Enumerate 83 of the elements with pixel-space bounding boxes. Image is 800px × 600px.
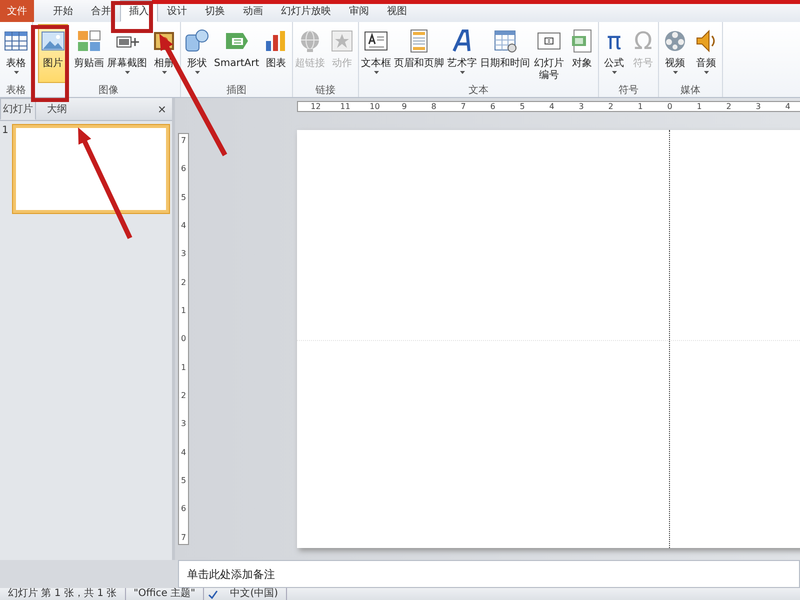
ruler-number: 2 [180,391,186,400]
slide-number: 1 [2,125,10,136]
ruler-number: 5 [180,476,186,486]
ribbon-button[interactable]: 视频 [660,24,690,83]
ruler-number: 4 [548,102,556,111]
ruler-number: 1 [636,102,644,111]
ruler-number: 1 [180,362,186,372]
pane-tab[interactable]: 幻灯片 [0,98,36,120]
ruler-number: 2 [180,278,186,287]
ribbon-button[interactable]: 艺术字 [446,24,478,83]
close-button[interactable]: × [152,98,172,120]
ruler-number: 5 [518,102,526,111]
spell-check-icon [208,590,218,598]
ruler-number: 7 [180,136,186,145]
ruler-number: 11 [339,102,352,111]
caret-icon [14,71,18,74]
ruler-number: 12 [310,102,322,111]
ribbon-tab[interactable]: 切换 [196,0,234,22]
caret-icon [124,71,130,74]
ruler-number: 4 [784,102,792,111]
caret-icon [374,71,379,74]
ruler-number: 7 [180,532,186,542]
group-label: 文本 [468,84,490,97]
ribbon-tab[interactable]: 开始 [44,0,82,22]
caret-icon [194,71,200,74]
group-label: 符号 [618,84,640,97]
slide-thumbnail[interactable] [13,125,169,213]
ruler-number: 0 [180,334,186,344]
ruler-number: 5 [180,192,186,202]
group-label: 插图 [226,84,248,97]
caret-icon [672,71,678,74]
group-label: 表格 [5,84,27,97]
ruler-number: 3 [180,419,186,428]
caret-icon [460,71,465,74]
symbol-glyph: Ω [634,27,652,55]
ribbon-button[interactable]: 页眉和页脚 [393,24,446,83]
ruler-number: 9 [400,102,408,111]
ruler-number: 3 [578,102,585,111]
ruler-number: 6 [180,504,186,514]
ribbon-button[interactable]: 文本框 [360,24,392,83]
ruler-number: 2 [725,102,732,111]
ribbon-tab[interactable]: 动画 [234,0,272,22]
group-label: 媒体 [680,84,702,97]
ruler-number: 1 [696,102,703,111]
ribbon-button[interactable]: 日期和时间 [479,24,532,83]
ribbon-tab[interactable]: 设计 [158,0,196,22]
symbol-glyph: π [606,27,622,55]
ribbon-button[interactable]: 表格 [1,24,31,83]
ribbon-tab[interactable]: 合并 [82,0,120,22]
ruler-number: 6 [180,164,186,174]
ribbon-button[interactable]: 图表 [261,24,292,83]
ribbon-button[interactable]: 屏幕截图 [106,24,148,83]
ribbon-tab[interactable]: 幻灯片放映 [272,0,340,22]
ribbon-button[interactable]: π 公式 [600,24,628,83]
ruler-number: 10 [368,102,381,111]
ruler-number: 1 [180,306,186,316]
ruler-number: 0 [666,102,674,111]
ruler-number: 4 [180,221,186,230]
highlight-frame [111,1,153,33]
notes-field[interactable]: 单击此处添加备注 [178,560,800,588]
group-label: 链接 [314,84,337,97]
ribbon-button[interactable]: 形状 [182,24,212,83]
ruler-number: 2 [607,102,614,111]
ribbon-button[interactable]: SmartArt [213,24,260,83]
ruler-number: 4 [180,448,186,457]
ruler-number: 6 [489,102,496,111]
caret-icon [162,71,166,74]
ribbon-button[interactable]: 对象 [567,24,598,83]
caret-icon [612,71,617,74]
ribbon-button[interactable]: 剪贴画 [73,24,105,83]
ribbon-button[interactable]: 音频 [691,24,722,83]
pane-tab[interactable]: 大纲 [44,98,70,120]
ribbon-tab[interactable]: 视图 [378,0,416,22]
ruler-number: 7 [460,102,467,111]
ruler-number: 8 [430,102,438,111]
ruler-number: 3 [754,102,762,111]
status-text: 幻灯片 第 1 张，共 1 张 [0,588,126,600]
caret-icon [704,71,709,74]
ribbon-button[interactable]: 幻灯片编号 [532,24,566,83]
file-tab[interactable]: 文件 [0,0,34,22]
group-label: 图像 [98,84,120,97]
ruler-number: 3 [180,249,186,258]
ribbon-tab[interactable]: 审阅 [340,0,378,22]
